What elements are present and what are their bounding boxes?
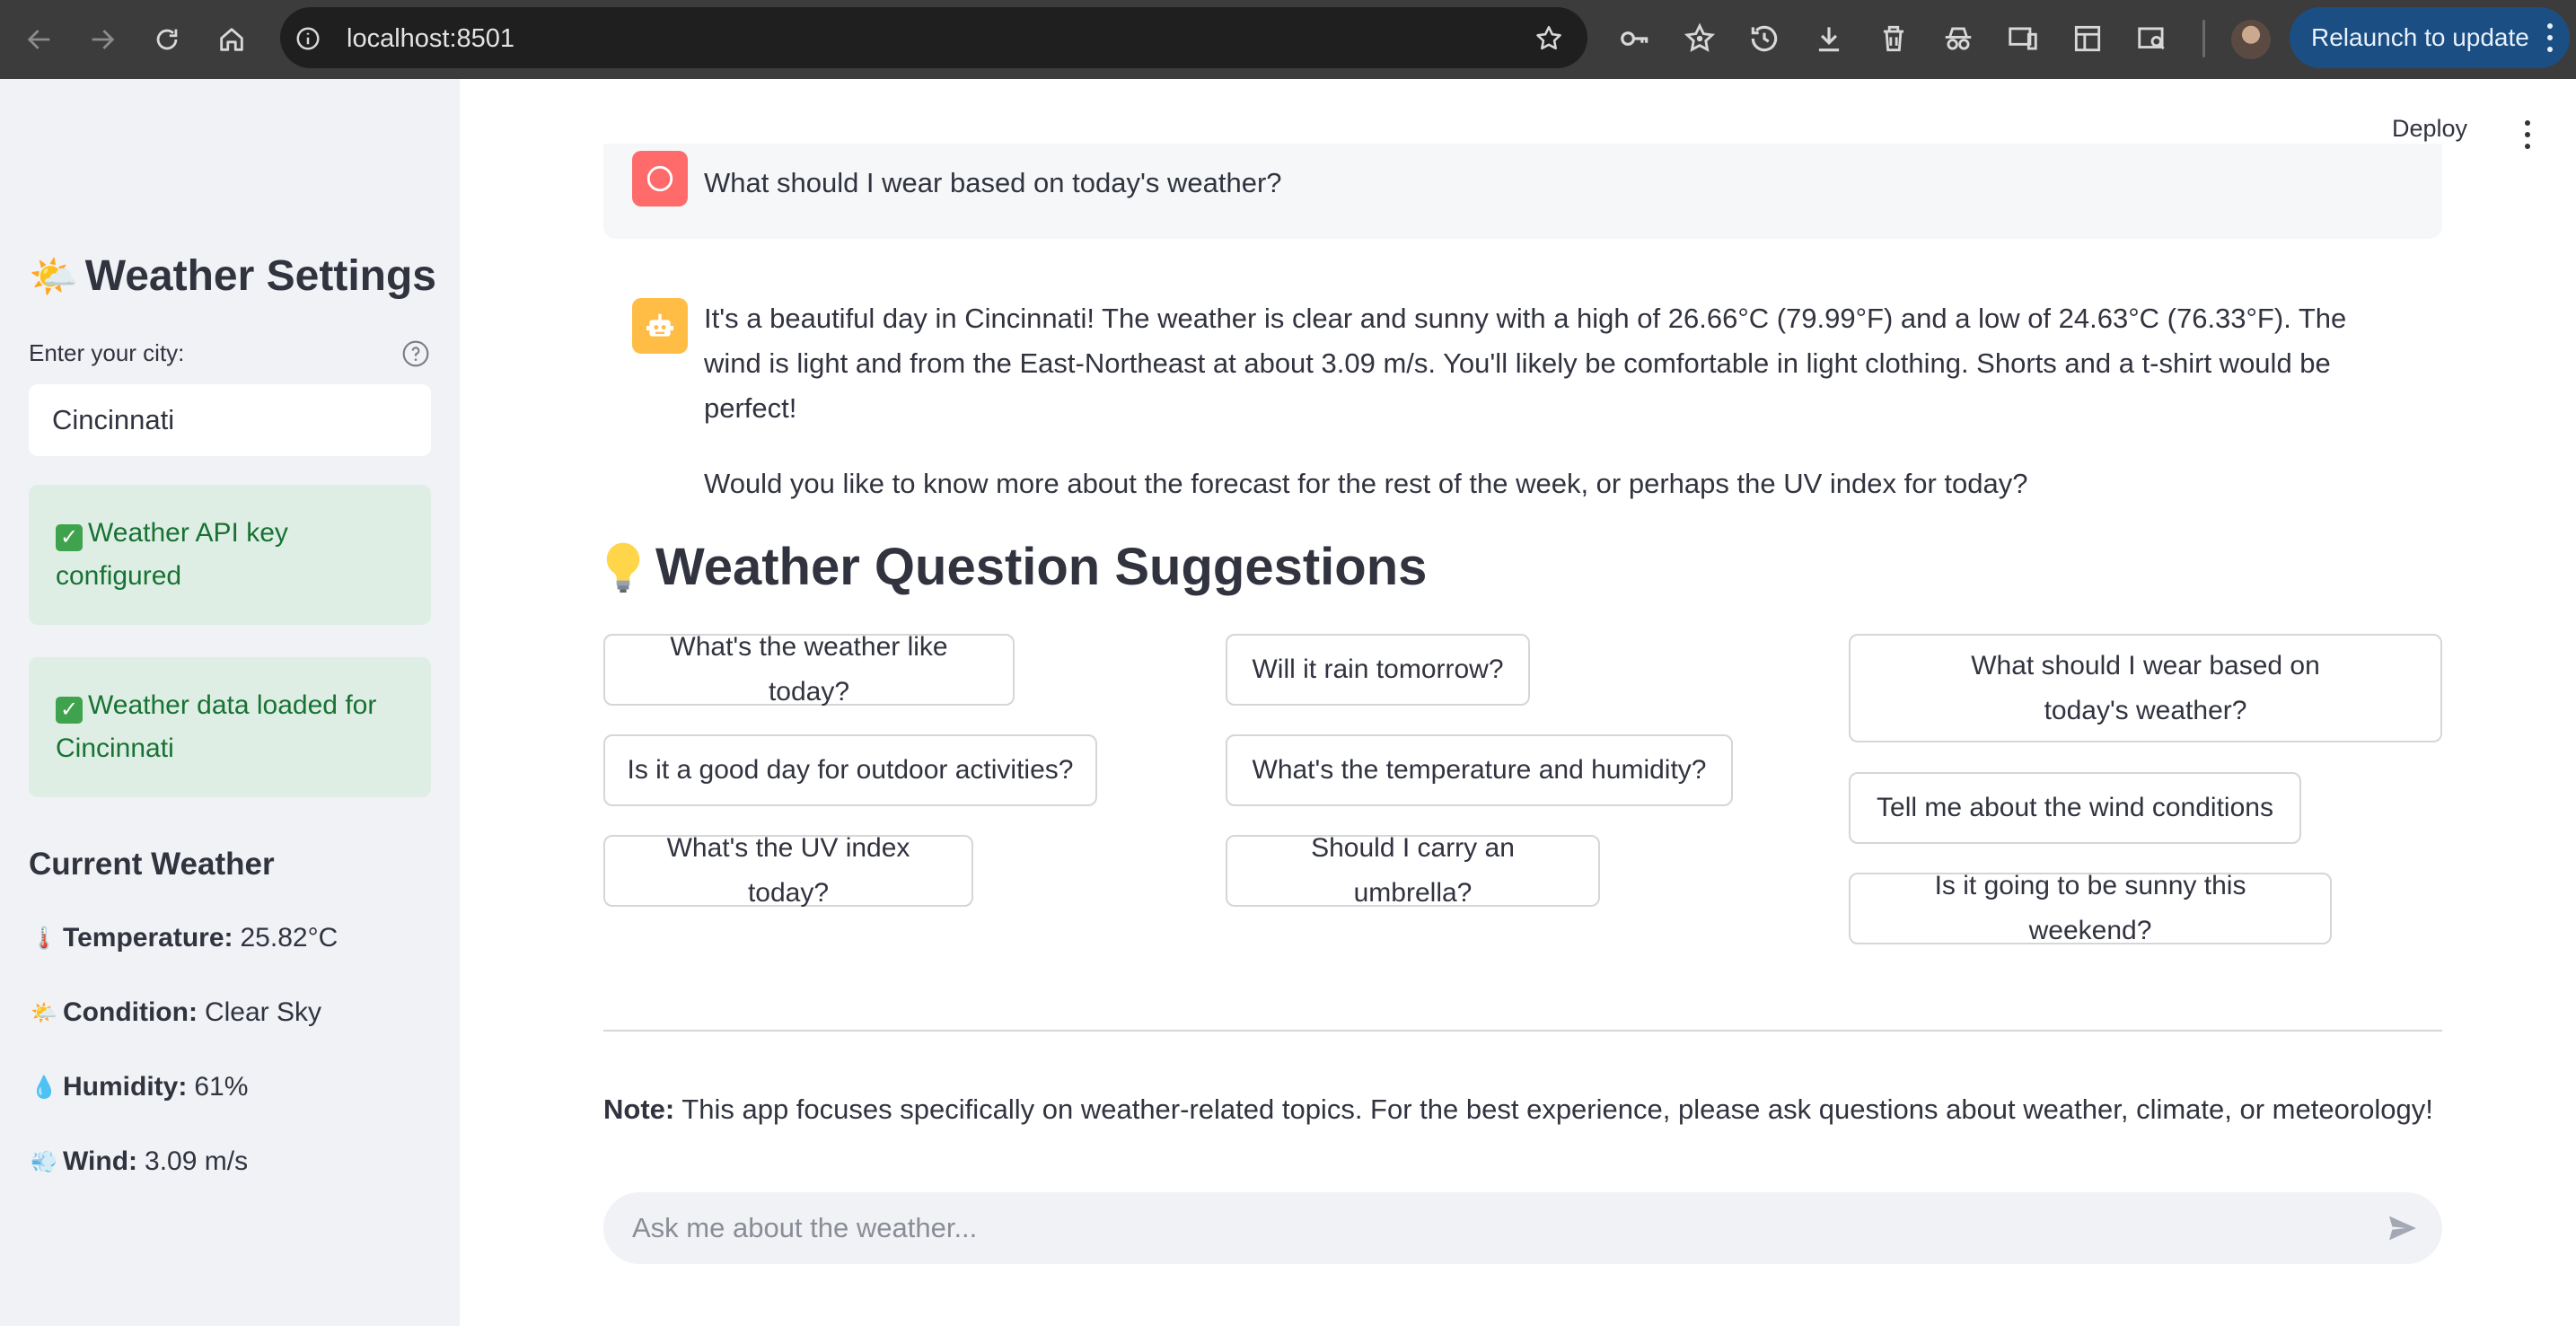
user-avatar-icon (632, 151, 688, 206)
assistant-paragraph: Would you like to know more about the fo… (704, 468, 2028, 499)
address-bar[interactable]: localhost:8501 (280, 7, 1587, 68)
api-key-success-alert: ✓ Weather API key configured (29, 485, 431, 625)
toolbar-separator (2202, 20, 2205, 57)
sun-cloud-icon: 🌤️ (29, 254, 78, 299)
profile-avatar[interactable] (2231, 20, 2271, 59)
suggestion-button[interactable]: Is it a good day for outdoor activities? (603, 734, 1097, 806)
reload-button[interactable] (147, 20, 187, 59)
trash-icon[interactable] (1877, 22, 1911, 56)
sidebar-title-text: Weather Settings (84, 252, 436, 300)
divider (603, 1030, 2442, 1032)
browser-toolbar: localhost:8501 Relaunch to update (0, 0, 2576, 79)
alert-text: Weather API key configured (56, 518, 288, 591)
assistant-paragraph: It's a beautiful day in Cincinnati! The … (704, 303, 2347, 424)
browser-menu-icon[interactable] (2546, 23, 2554, 52)
suggestion-button[interactable]: What's the weather like today? (603, 632, 1015, 707)
suggestion-button[interactable]: Tell me about the wind conditions (1849, 772, 2301, 844)
thermometer-icon: 🌡️ (31, 926, 57, 951)
metric-value: Clear Sky (204, 997, 321, 1027)
metric-label: Condition: (63, 997, 198, 1027)
layout-icon[interactable] (2070, 22, 2105, 56)
note-text: Note: This app focuses specifically on w… (603, 1093, 2433, 1126)
assistant-avatar-icon (632, 298, 688, 354)
suggestion-button[interactable]: What's the temperature and humidity? (1226, 734, 1733, 806)
note-label: Note: (603, 1093, 675, 1125)
deploy-button[interactable]: Deploy (2392, 115, 2467, 143)
light-bulb-icon (606, 542, 640, 593)
suggestions-heading-text: Weather Question Suggestions (655, 538, 1428, 596)
relaunch-button[interactable]: Relaunch to update (2290, 7, 2570, 68)
metric-value: 61% (194, 1072, 249, 1102)
forward-button[interactable] (83, 20, 122, 59)
metric-wind: 💨 Wind: 3.09 m/s (29, 1146, 248, 1177)
alert-text: Weather data loaded for Cincinnati (56, 690, 377, 763)
back-button[interactable] (20, 20, 59, 59)
metric-condition: 🌤️ Condition: Clear Sky (29, 997, 321, 1028)
suggestions-heading: Weather Question Suggestions (603, 537, 1427, 597)
metric-temperature: 🌡️ Temperature: 25.82°C (29, 923, 338, 953)
home-icon (220, 28, 243, 51)
help-icon[interactable] (401, 339, 430, 368)
suggestion-button[interactable]: Will it rain tomorrow? (1226, 634, 1530, 706)
city-label: Enter your city: (29, 339, 185, 366)
metric-label: Temperature: (63, 923, 233, 953)
wind-icon: 💨 (31, 1149, 57, 1174)
arrow-right-icon (92, 30, 115, 49)
check-mark-icon: ✓ (56, 697, 83, 724)
history-icon[interactable] (1747, 22, 1781, 56)
droplet-icon: 💧 (31, 1075, 57, 1100)
site-info-icon[interactable] (295, 25, 321, 52)
bookmark-star-icon[interactable] (1534, 23, 1564, 54)
sidebar-title: 🌤️ Weather Settings (29, 251, 436, 301)
home-button[interactable] (212, 20, 251, 59)
note-body: This app focuses specifically on weather… (681, 1093, 2433, 1125)
metric-value: 25.82°C (240, 923, 338, 953)
metric-label: Wind: (63, 1146, 138, 1176)
incognito-icon[interactable] (1941, 22, 1975, 56)
url-text: localhost:8501 (347, 24, 515, 53)
user-message-text: What should I wear based on today's weat… (704, 167, 1282, 198)
city-input[interactable] (29, 384, 431, 456)
send-icon[interactable] (2385, 1210, 2421, 1246)
tab-search-icon[interactable] (2135, 22, 2169, 56)
metric-humidity: 💧 Humidity: 61% (29, 1072, 248, 1102)
suggestion-button[interactable]: Is it going to be sunny this weekend? (1849, 871, 2332, 945)
download-icon[interactable] (1812, 22, 1846, 56)
user-chat-message: What should I wear based on today's weat… (603, 144, 2442, 239)
chat-input-container (603, 1192, 2442, 1264)
chat-input[interactable] (632, 1192, 2338, 1264)
reload-icon (156, 29, 178, 50)
devices-icon[interactable] (2006, 22, 2040, 56)
check-mark-icon: ✓ (56, 524, 83, 551)
suggestion-button[interactable]: What should I wear based on today's weat… (1849, 634, 2442, 742)
metric-value: 3.09 m/s (145, 1146, 249, 1176)
metric-label: Humidity: (63, 1072, 188, 1102)
suggestion-button[interactable]: Should I carry an umbrella? (1226, 833, 1600, 908)
password-key-icon[interactable] (1618, 22, 1652, 56)
data-loaded-success-alert: ✓ Weather data loaded for Cincinnati (29, 657, 431, 797)
extension-star-icon[interactable] (1683, 22, 1717, 56)
current-weather-heading: Current Weather (29, 847, 275, 882)
sun-cloud-icon: 🌤️ (31, 1000, 57, 1025)
sidebar: 🌤️ Weather Settings Enter your city: ✓We… (0, 79, 460, 1326)
arrow-left-icon (27, 30, 50, 49)
assistant-chat-message: It's a beautiful day in Cincinnati! The … (704, 296, 2410, 506)
suggestion-button[interactable]: What's the UV index today? (603, 833, 973, 908)
relaunch-label: Relaunch to update (2311, 23, 2529, 51)
main-menu-icon[interactable] (2523, 120, 2532, 149)
